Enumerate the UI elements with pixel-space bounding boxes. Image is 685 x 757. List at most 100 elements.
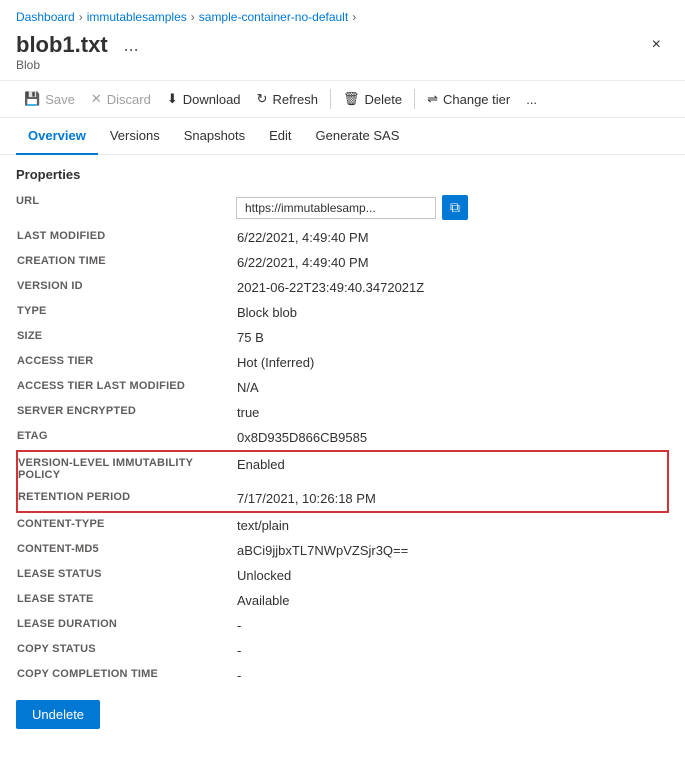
copy-url-button[interactable]: ⧉ [442,195,468,220]
property-value: - [237,663,668,688]
properties-rows-table: LAST MODIFIED6/22/2021, 4:49:40 PMCREATI… [16,225,669,688]
breadcrumb: Dashboard › immutablesamples › sample-co… [0,0,685,28]
property-value: 7/17/2021, 10:26:18 PM [237,486,668,512]
table-row: RETENTION PERIOD7/17/2021, 10:26:18 PM [17,486,668,512]
tab-generate-sas[interactable]: Generate SAS [304,118,412,155]
toolbar-separator-2 [414,89,415,109]
property-value: text/plain [237,512,668,538]
property-row-url: URL ⧉ [16,190,669,225]
property-key: LEASE STATUS [17,563,237,588]
delete-icon: 🗑 [343,91,360,107]
properties-section-title: Properties [16,167,669,182]
change-tier-button[interactable]: ⇌ Change tier [419,87,518,111]
property-key: SIZE [17,325,237,350]
property-value: 6/22/2021, 4:49:40 PM [237,225,668,250]
table-row: SIZE75 B [17,325,668,350]
title-ellipsis-button[interactable]: ... [118,33,145,58]
property-value: aBCi9jjbxTL7NWpVZSjr3Q== [237,538,668,563]
property-key: TYPE [17,300,237,325]
table-row: ETAG0x8D935D866CB9585 [17,425,668,451]
property-value: 0x8D935D866CB9585 [237,425,668,451]
save-icon: 💾 [24,91,40,107]
property-key: SERVER ENCRYPTED [17,400,237,425]
url-input[interactable] [236,197,436,219]
download-label: Download [183,92,241,107]
breadcrumb-sep-3: › [352,10,356,24]
property-value: 6/22/2021, 4:49:40 PM [237,250,668,275]
table-row: VERSION-LEVEL IMMUTABILITY POLICYEnabled [17,451,668,486]
tabs: Overview Versions Snapshots Edit Generat… [0,118,685,155]
table-row: LEASE STATUSUnlocked [17,563,668,588]
property-value: 75 B [237,325,668,350]
table-row: CREATION TIME6/22/2021, 4:49:40 PM [17,250,668,275]
table-row: TYPEBlock blob [17,300,668,325]
table-row: CONTENT-MD5aBCi9jjbxTL7NWpVZSjr3Q== [17,538,668,563]
table-row: LEASE DURATION- [17,613,668,638]
content-area: Properties URL ⧉ LAST MODIFIED6/22/2021,… [0,155,685,741]
table-row: ACCESS TIER LAST MODIFIEDN/A [17,375,668,400]
title-row: blob1.txt ... × [0,28,685,58]
delete-label: Delete [365,92,403,107]
change-tier-label: Change tier [443,92,510,107]
property-key: LAST MODIFIED [17,225,237,250]
property-value: - [237,638,668,663]
property-value: Block blob [237,300,668,325]
table-row: ACCESS TIERHot (Inferred) [17,350,668,375]
save-button[interactable]: 💾 Save [16,87,83,111]
table-row: CONTENT-TYPEtext/plain [17,512,668,538]
property-value: Available [237,588,668,613]
more-label: ... [526,92,537,107]
subtitle: Blob [0,58,685,80]
property-value-url: ⧉ [236,190,669,225]
breadcrumb-sep-2: › [191,10,195,24]
properties-table: URL ⧉ [16,190,669,225]
property-key: VERSION ID [17,275,237,300]
property-value: N/A [237,375,668,400]
breadcrumb-container[interactable]: sample-container-no-default [199,10,348,24]
page-title: blob1.txt [16,32,108,58]
property-key: COPY COMPLETION TIME [17,663,237,688]
property-value: 2021-06-22T23:49:40.3472021Z [237,275,668,300]
table-row: LAST MODIFIED6/22/2021, 4:49:40 PM [17,225,668,250]
close-button[interactable]: × [644,32,669,58]
discard-icon: ✕ [91,91,102,107]
discard-label: Discard [107,92,151,107]
undelete-button[interactable]: Undelete [16,700,100,729]
tab-snapshots[interactable]: Snapshots [172,118,257,155]
breadcrumb-sep-1: › [79,10,83,24]
tab-edit[interactable]: Edit [257,118,303,155]
refresh-icon: ↻ [257,91,268,107]
tab-overview[interactable]: Overview [16,118,98,155]
discard-button[interactable]: ✕ Discard [83,87,159,111]
property-key: VERSION-LEVEL IMMUTABILITY POLICY [17,451,237,486]
delete-button[interactable]: 🗑 Delete [335,87,410,111]
tab-versions[interactable]: Versions [98,118,172,155]
property-key: ACCESS TIER LAST MODIFIED [17,375,237,400]
property-key: ACCESS TIER [17,350,237,375]
download-icon: ⬇ [167,91,178,107]
property-key: ETAG [17,425,237,451]
property-key: CREATION TIME [17,250,237,275]
breadcrumb-dashboard[interactable]: Dashboard [16,10,75,24]
breadcrumb-immutablesamples[interactable]: immutablesamples [87,10,187,24]
property-value: Enabled [237,451,668,486]
table-row: VERSION ID2021-06-22T23:49:40.3472021Z [17,275,668,300]
table-row: LEASE STATEAvailable [17,588,668,613]
property-key: RETENTION PERIOD [17,486,237,512]
property-value: - [237,613,668,638]
property-value: Hot (Inferred) [237,350,668,375]
table-row: COPY STATUS- [17,638,668,663]
property-key: LEASE DURATION [17,613,237,638]
property-key: LEASE STATE [17,588,237,613]
refresh-label: Refresh [272,92,318,107]
more-button[interactable]: ... [518,88,545,111]
toolbar-separator [330,89,331,109]
refresh-button[interactable]: ↻ Refresh [249,87,326,111]
toolbar: 💾 Save ✕ Discard ⬇ Download ↻ Refresh 🗑 … [0,80,685,118]
property-value: Unlocked [237,563,668,588]
download-button[interactable]: ⬇ Download [159,87,249,111]
property-value: true [237,400,668,425]
property-key-url: URL [16,190,236,225]
table-row: COPY COMPLETION TIME- [17,663,668,688]
table-row: SERVER ENCRYPTEDtrue [17,400,668,425]
